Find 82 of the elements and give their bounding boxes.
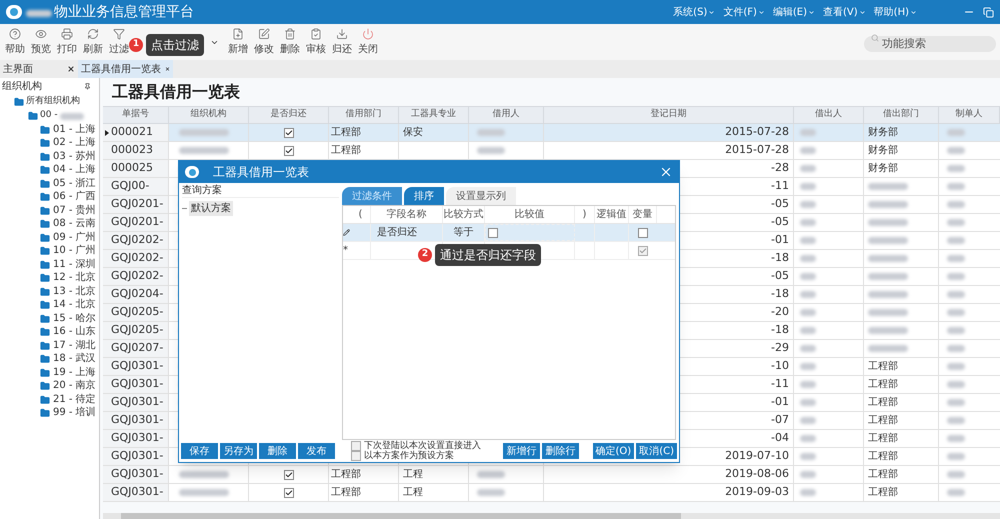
table-cell-text: GQJ0301-	[111, 484, 164, 500]
table-cell-text: 工程部	[331, 468, 361, 482]
table-cell-text: 000021	[111, 124, 153, 140]
table-cell-text: 工程	[403, 468, 423, 482]
table-cell-text: -28	[771, 160, 789, 176]
column-header: 比较方式	[443, 206, 485, 223]
table-cell-text: -01	[771, 232, 789, 248]
table-cell-text: GQJ0201-	[111, 214, 164, 230]
table-cell-text: 工程部	[868, 486, 898, 500]
table-cell-text: -29	[771, 340, 789, 356]
table-cell-text: 保安	[403, 126, 423, 140]
option-label: 下次登陆以本次设置直接进入	[364, 441, 481, 451]
column-header: 逻辑值	[595, 206, 629, 223]
column-header: 字段名称	[371, 206, 443, 223]
table-cell-text: 财务部	[868, 144, 898, 158]
table-cell-text: -01	[771, 394, 789, 410]
table-cell-text: -05	[771, 196, 789, 212]
table-cell-text: GQJ0301-	[111, 376, 164, 392]
table-cell-text: 工程部	[868, 468, 898, 482]
table-cell-text: 000023	[111, 142, 153, 158]
table-cell-text: 工程部	[331, 126, 361, 140]
grid-cell-text: 是否归还	[377, 226, 417, 240]
table-cell-text: -07	[771, 412, 789, 428]
table-cell-text: 000025	[111, 160, 153, 176]
column-header: (	[351, 206, 371, 223]
table-cell-text: GQJ0202-	[111, 268, 164, 284]
table-cell-text: -04	[771, 430, 789, 446]
table-cell-text: 2019-08-06	[725, 466, 789, 482]
table-cell-text: 工程部	[868, 360, 898, 374]
tree-label: 00 -	[40, 109, 58, 122]
table-cell-text: GQJ0301-	[111, 358, 164, 374]
table-cell-text: GQJ0201-	[111, 196, 164, 212]
table-cell-text: GQJ0204-	[111, 286, 164, 302]
table-cell-text: 工程	[403, 486, 423, 500]
app-title: 物业业务信息管理平台	[54, 2, 194, 22]
table-cell-text: -20	[771, 304, 789, 320]
table-cell-text: 财务部	[868, 126, 898, 140]
table-cell-text: 工程部	[868, 378, 898, 392]
column-header: )	[575, 206, 595, 223]
table-cell-text: GQJ0202-	[111, 250, 164, 266]
table-cell-text: -18	[771, 250, 789, 266]
table-cell-text: 2019-07-10	[725, 448, 789, 464]
step-number-badge: 2	[418, 248, 432, 262]
column-header: 变量	[629, 206, 657, 223]
table-cell-text: 2015-07-28	[725, 124, 789, 140]
section-label: 查询方案	[182, 184, 223, 197]
table-cell-text: GQJ0301-	[111, 466, 164, 482]
table-cell-text: -05	[771, 268, 789, 284]
tooltip: 通过是否归还字段	[435, 244, 541, 266]
option-label: 以本方案作为预设方案	[364, 451, 454, 461]
table-cell-text: GQJ0202-	[111, 232, 164, 248]
table-cell-text: GQJ0207-	[111, 340, 164, 356]
panel-title: 组织机构	[2, 80, 42, 94]
table-cell-text: GQJ0301-	[111, 448, 164, 464]
table-cell-text: -18	[771, 322, 789, 338]
page-title: 工器具借用一览表	[111, 81, 241, 103]
dialog-title: 工器具借用一览表	[213, 164, 309, 181]
table-cell-text: -05	[771, 214, 789, 230]
column-header: 比较值	[485, 206, 575, 223]
table-cell-text: 工程部	[868, 432, 898, 446]
table-cell-text: 财务部	[868, 162, 898, 176]
table-cell-text: -18	[771, 286, 789, 302]
table-cell-text: 2015-07-28	[725, 142, 789, 158]
table-cell-text: GQJ0301-	[111, 394, 164, 410]
table-cell-text: 工程部	[868, 396, 898, 410]
grid-cell-text: 等于	[454, 226, 474, 240]
table-cell-text: GQJ0301-	[111, 412, 164, 428]
table-cell-text: -11	[771, 178, 789, 194]
table-cell-text: 2019-09-03	[725, 484, 789, 500]
table-cell-text: 工程部	[868, 414, 898, 428]
table-cell-text: 工程部	[331, 486, 361, 500]
table-cell-text: -11	[771, 376, 789, 392]
table-cell-text: 工程部	[868, 450, 898, 464]
table-cell-text: GQJ0205-	[111, 322, 164, 338]
tooltip: 点击过滤	[146, 34, 204, 56]
table-cell-text: 工程部	[331, 144, 361, 158]
table-cell-text: GQJ00-	[111, 178, 150, 194]
table-cell-text: GQJ0205-	[111, 304, 164, 320]
table-cell-text: GQJ0301-	[111, 430, 164, 446]
row-marker: *	[343, 244, 349, 258]
table-cell-text: -10	[771, 358, 789, 374]
step-number-badge: 1	[129, 38, 143, 52]
